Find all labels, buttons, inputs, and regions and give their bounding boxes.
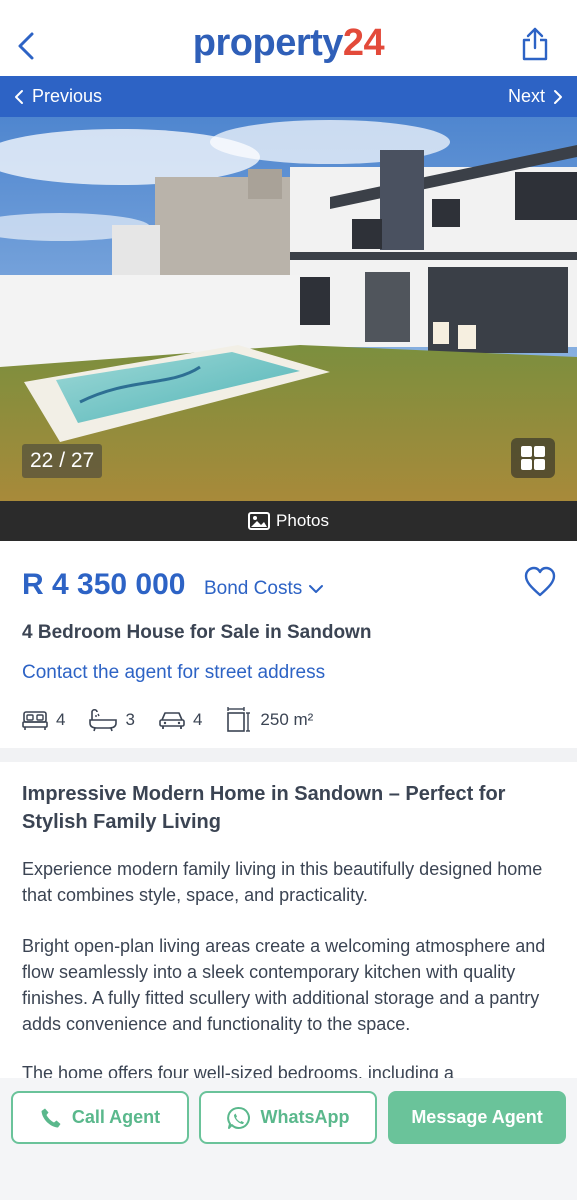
chevron-left-icon bbox=[15, 89, 23, 104]
heart-icon bbox=[524, 566, 556, 597]
share-button[interactable] bbox=[519, 24, 551, 64]
floor-size-icon bbox=[227, 707, 251, 732]
garages-count: 4 bbox=[192, 710, 203, 729]
section-divider bbox=[0, 748, 577, 762]
contact-agent-link[interactable]: Contact the agent for street address bbox=[22, 662, 325, 684]
listing-title: 4 Bedroom House for Sale in Sandown bbox=[22, 622, 372, 643]
bond-costs-label: Bond Costs bbox=[204, 578, 303, 599]
logo-number: 24 bbox=[342, 22, 385, 64]
image-icon bbox=[248, 512, 271, 530]
app-header: property24 bbox=[0, 0, 577, 76]
call-agent-label: Call Agent bbox=[71, 1107, 161, 1127]
property24-logo: property24 bbox=[0, 22, 577, 65]
bath-icon bbox=[89, 708, 118, 732]
bathrooms-count: 3 bbox=[125, 710, 135, 729]
chevron-right-icon bbox=[554, 89, 562, 104]
next-label: Next bbox=[507, 86, 545, 106]
chevron-down-icon bbox=[309, 585, 324, 593]
description-paragraph: Experience modern family living in this … bbox=[22, 859, 543, 905]
floor-size-feature: 250 m² bbox=[226, 707, 313, 733]
whatsapp-button[interactable]: WhatsApp bbox=[199, 1091, 377, 1144]
description-heading: Impressive Modern Home in Sandown – Perf… bbox=[22, 783, 506, 833]
listing-price: R 4 350 000 bbox=[22, 568, 186, 601]
phone-icon bbox=[41, 1108, 61, 1127]
bedrooms-count: 4 bbox=[56, 710, 66, 729]
whatsapp-label: WhatsApp bbox=[260, 1107, 350, 1127]
message-agent-label: Message Agent bbox=[411, 1107, 543, 1127]
listing-nav-bar: Previous Next bbox=[0, 76, 577, 117]
car-icon bbox=[159, 712, 185, 729]
garages-feature: 4 bbox=[159, 710, 202, 730]
previous-label: Previous bbox=[32, 86, 103, 106]
grid-icon bbox=[521, 446, 545, 470]
photo-counter: 22 / 27 bbox=[22, 444, 103, 478]
description-paragraph: Bright open-plan living areas create a w… bbox=[22, 936, 546, 1034]
bathrooms-feature: 3 bbox=[89, 708, 135, 732]
bed-icon bbox=[22, 711, 48, 730]
share-icon bbox=[522, 27, 548, 61]
bedrooms-feature: 4 bbox=[22, 709, 65, 731]
favourite-button[interactable] bbox=[523, 565, 557, 599]
agent-action-bar: Call Agent WhatsApp Message Agent bbox=[0, 1078, 577, 1200]
previous-link[interactable]: Previous bbox=[14, 86, 102, 107]
logo-text: property bbox=[192, 22, 344, 64]
photos-button[interactable]: Photos bbox=[0, 501, 577, 541]
whatsapp-icon bbox=[226, 1106, 250, 1129]
feature-list: 4 3 4 250 m² bbox=[22, 706, 337, 734]
floor-size-value: 250 m² bbox=[260, 710, 314, 729]
call-agent-button[interactable]: Call Agent bbox=[11, 1091, 189, 1144]
gallery-grid-button[interactable] bbox=[511, 438, 555, 478]
next-link[interactable]: Next bbox=[508, 86, 563, 107]
message-agent-button[interactable]: Message Agent bbox=[388, 1091, 566, 1144]
photos-label: Photos bbox=[276, 511, 329, 530]
bond-costs-dropdown[interactable]: Bond Costs bbox=[204, 578, 324, 600]
